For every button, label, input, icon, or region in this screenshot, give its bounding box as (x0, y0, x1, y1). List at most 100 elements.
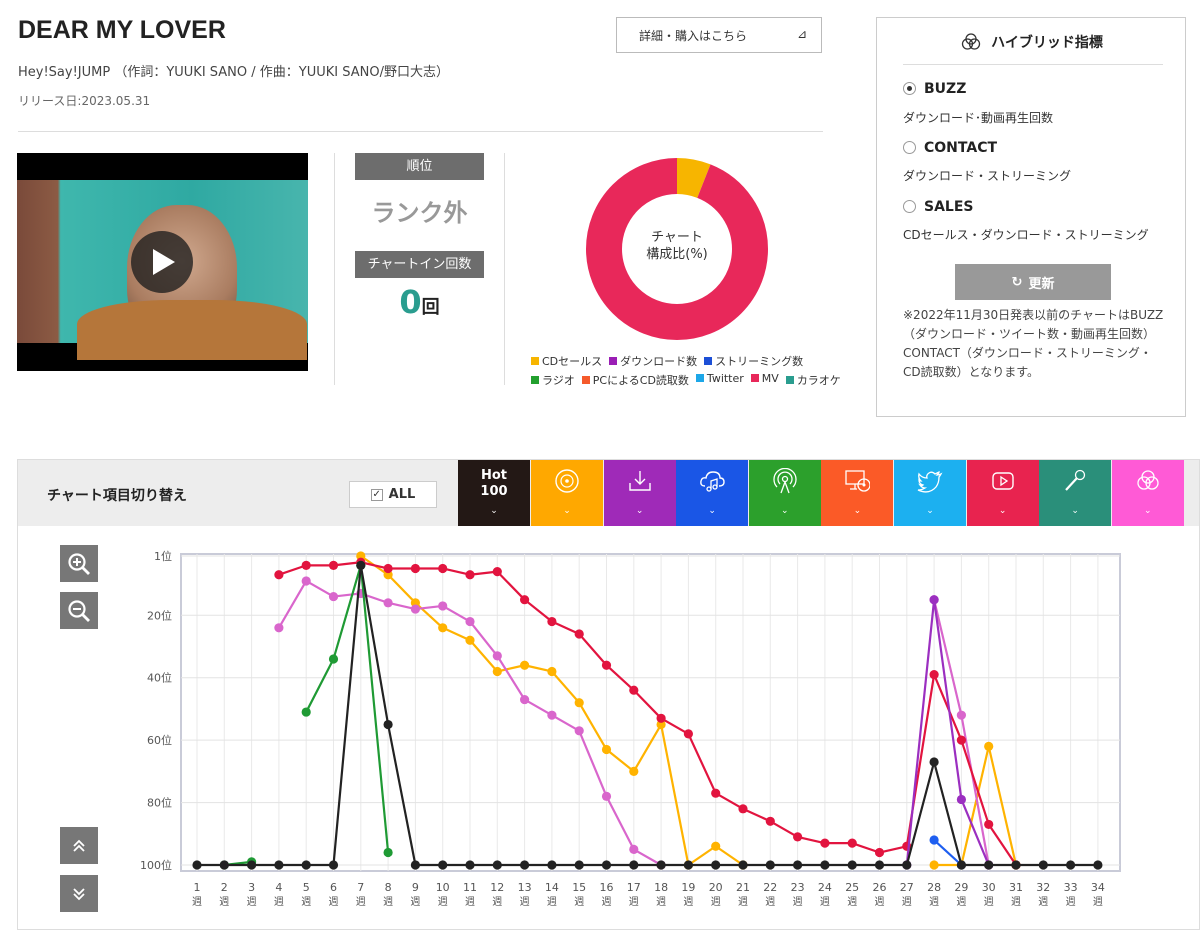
data-point-cd_sales[interactable] (438, 623, 448, 633)
data-point-hot100[interactable] (847, 860, 857, 870)
data-point-hybrid[interactable] (274, 623, 284, 633)
data-point-mv[interactable] (383, 563, 393, 574)
data-point-cd_sales[interactable] (465, 635, 475, 645)
data-point-hot100[interactable] (711, 860, 721, 870)
data-point-hybrid[interactable] (492, 651, 502, 661)
data-point-mv[interactable] (738, 804, 748, 814)
data-point-hot100[interactable] (192, 860, 202, 870)
data-point-hot100[interactable] (492, 860, 502, 870)
data-point-hot100[interactable] (274, 860, 284, 870)
data-point-hot100[interactable] (956, 860, 967, 870)
data-point-mv[interactable] (847, 838, 857, 848)
data-point-hot100[interactable] (219, 860, 229, 870)
data-point-hot100[interactable] (547, 860, 557, 870)
data-point-mv[interactable] (820, 838, 830, 848)
data-point-hybrid[interactable] (410, 604, 420, 614)
data-point-mv[interactable] (601, 660, 612, 670)
data-point-hot100[interactable] (874, 860, 885, 870)
data-point-radio[interactable] (383, 847, 393, 858)
data-point-download[interactable] (929, 595, 939, 605)
data-point-hot100[interactable] (1066, 860, 1076, 870)
data-point-hybrid[interactable] (601, 791, 612, 801)
data-point-hot100[interactable] (356, 560, 366, 570)
data-point-hybrid[interactable] (956, 710, 967, 720)
data-point-cd_sales[interactable] (711, 841, 721, 851)
data-point-cd_sales[interactable] (492, 666, 502, 677)
data-point-cd_sales[interactable] (520, 660, 530, 670)
data-point-cd_sales[interactable] (629, 766, 639, 776)
data-point-hybrid[interactable] (328, 591, 339, 602)
option-contact[interactable]: CONTACT (903, 140, 997, 156)
data-point-hot100[interactable] (1093, 860, 1103, 870)
data-point-hybrid[interactable] (301, 576, 311, 586)
data-point-mv[interactable] (956, 735, 967, 745)
data-point-mv[interactable] (629, 685, 639, 695)
data-point-hot100[interactable] (574, 860, 584, 870)
data-point-mv[interactable] (984, 819, 994, 830)
data-point-hot100[interactable] (738, 860, 748, 870)
option-sales[interactable]: SALES (903, 199, 974, 215)
data-point-hybrid[interactable] (629, 844, 639, 854)
data-point-hot100[interactable] (383, 719, 393, 730)
data-point-hot100[interactable] (520, 860, 530, 870)
play-button[interactable] (131, 231, 193, 293)
data-point-hot100[interactable] (656, 860, 666, 870)
data-point-mv[interactable] (520, 595, 530, 605)
data-point-mv[interactable] (328, 560, 339, 570)
data-point-mv[interactable] (929, 670, 939, 680)
data-point-hybrid[interactable] (438, 601, 448, 611)
data-point-streaming[interactable] (929, 835, 939, 845)
data-point-mv[interactable] (547, 616, 557, 627)
data-point-cd_sales[interactable] (574, 698, 584, 708)
data-point-mv[interactable] (274, 570, 284, 580)
zoom-in-button[interactable] (60, 545, 98, 582)
scroll-up-button[interactable] (60, 827, 98, 864)
data-point-hot100[interactable] (793, 860, 803, 870)
data-point-cd_sales[interactable] (984, 741, 994, 751)
scroll-down-button[interactable] (60, 875, 98, 912)
update-button[interactable]: ↻ 更新 (955, 264, 1111, 300)
data-point-hot100[interactable] (629, 860, 639, 870)
detail-purchase-button[interactable]: 詳細・購入はこちら ⊿ (616, 17, 822, 53)
data-point-download[interactable] (956, 794, 967, 805)
data-point-hot100[interactable] (601, 860, 612, 870)
data-point-hybrid[interactable] (547, 710, 557, 720)
data-point-hybrid[interactable] (465, 616, 475, 627)
data-point-hybrid[interactable] (383, 598, 393, 608)
data-point-mv[interactable] (410, 563, 420, 574)
video-player[interactable] (17, 153, 308, 371)
data-point-mv[interactable] (656, 713, 666, 723)
data-point-mv[interactable] (683, 729, 694, 739)
data-point-hot100[interactable] (247, 860, 257, 870)
data-point-mv[interactable] (574, 629, 584, 639)
data-point-cd_sales[interactable] (601, 744, 612, 755)
data-point-radio[interactable] (328, 654, 339, 664)
radio-icon[interactable] (903, 141, 916, 154)
data-point-radio[interactable] (301, 707, 311, 717)
data-point-cd_sales[interactable] (929, 860, 939, 870)
data-point-hot100[interactable] (929, 757, 939, 767)
data-point-hybrid[interactable] (574, 726, 584, 736)
data-point-cd_sales[interactable] (547, 666, 557, 677)
data-point-hot100[interactable] (1011, 860, 1021, 870)
data-point-mv[interactable] (793, 832, 803, 842)
data-point-hot100[interactable] (301, 860, 311, 870)
data-point-hot100[interactable] (410, 860, 420, 870)
data-point-hot100[interactable] (683, 860, 694, 870)
data-point-hybrid[interactable] (520, 694, 530, 705)
radio-icon[interactable] (903, 200, 916, 213)
data-point-hot100[interactable] (465, 860, 475, 870)
data-point-hot100[interactable] (438, 860, 448, 870)
option-buzz[interactable]: BUZZ (903, 81, 966, 97)
data-point-mv[interactable] (438, 563, 448, 574)
data-point-mv[interactable] (465, 570, 475, 580)
zoom-out-button[interactable] (60, 592, 98, 629)
data-point-hot100[interactable] (902, 860, 912, 870)
data-point-hot100[interactable] (1038, 860, 1048, 870)
data-point-hot100[interactable] (765, 860, 775, 870)
data-point-mv[interactable] (711, 788, 721, 798)
data-point-mv[interactable] (874, 847, 885, 858)
radio-selected-icon[interactable] (903, 82, 916, 95)
data-point-hot100[interactable] (820, 860, 830, 870)
data-point-hot100[interactable] (984, 860, 994, 870)
